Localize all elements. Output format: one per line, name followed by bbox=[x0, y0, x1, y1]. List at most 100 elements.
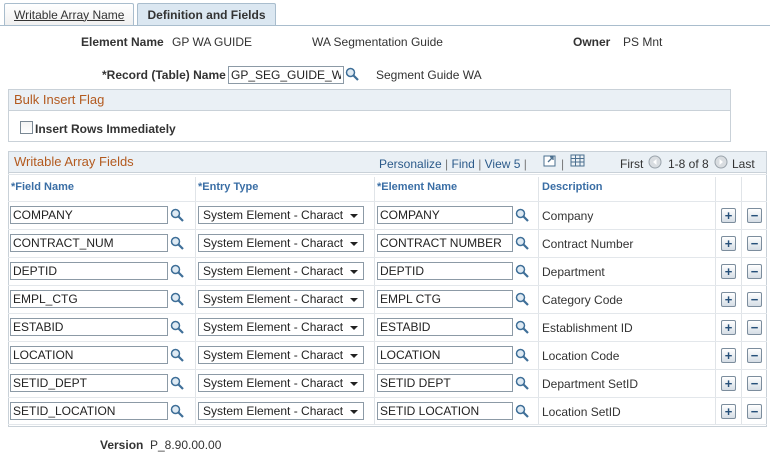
entry-type-select[interactable]: System Element - Charact bbox=[198, 318, 364, 336]
add-row-button[interactable]: + bbox=[721, 348, 736, 363]
lookup-icon[interactable] bbox=[170, 236, 184, 250]
entry-type-value: System Element - Charact bbox=[203, 236, 344, 250]
record-name-input[interactable] bbox=[228, 66, 344, 84]
personalize-link[interactable]: Personalize bbox=[379, 157, 442, 171]
tab-writable-array-name[interactable]: Writable Array Name bbox=[4, 3, 135, 25]
lookup-icon[interactable] bbox=[170, 376, 184, 390]
element-name-input[interactable] bbox=[377, 374, 513, 392]
row-separator bbox=[8, 257, 767, 258]
entry-type-select[interactable]: System Element - Charact bbox=[198, 290, 364, 308]
col-element-name[interactable]: *Element Name bbox=[377, 181, 457, 193]
record-description: Segment Guide WA bbox=[376, 68, 482, 82]
element-name-input[interactable] bbox=[377, 234, 513, 252]
entry-type-select[interactable]: System Element - Charact bbox=[198, 206, 364, 224]
previous-arrow-icon bbox=[648, 155, 662, 169]
lookup-icon[interactable] bbox=[170, 404, 184, 418]
element-name-input[interactable] bbox=[377, 262, 513, 280]
delete-row-icon: − bbox=[750, 376, 759, 391]
chevron-down-icon bbox=[350, 242, 358, 246]
column-divider bbox=[741, 177, 742, 425]
delete-row-button[interactable]: − bbox=[747, 292, 762, 307]
chevron-down-icon bbox=[350, 298, 358, 302]
element-name-input[interactable] bbox=[377, 206, 513, 224]
chevron-down-icon bbox=[350, 270, 358, 274]
next-arrow-icon bbox=[714, 155, 728, 169]
delete-row-button[interactable]: − bbox=[747, 348, 762, 363]
add-row-icon: + bbox=[724, 320, 733, 335]
version-value: P_8.90.00.00 bbox=[150, 438, 222, 452]
entry-type-select[interactable]: System Element - Charact bbox=[198, 234, 364, 252]
lookup-icon[interactable] bbox=[170, 208, 184, 222]
add-row-button[interactable]: + bbox=[721, 320, 736, 335]
lookup-icon[interactable] bbox=[515, 292, 529, 306]
row-description: Location SetID bbox=[542, 405, 621, 419]
entry-type-select[interactable]: System Element - Charact bbox=[198, 346, 364, 364]
chevron-down-icon bbox=[350, 354, 358, 358]
find-link[interactable]: Find bbox=[452, 157, 475, 171]
element-name-input[interactable] bbox=[377, 290, 513, 308]
lookup-icon[interactable] bbox=[170, 292, 184, 306]
add-row-icon: + bbox=[724, 208, 733, 223]
add-row-button[interactable]: + bbox=[721, 208, 736, 223]
field-name-input[interactable] bbox=[10, 402, 168, 420]
element-name-input[interactable] bbox=[377, 318, 513, 336]
entry-type-select[interactable]: System Element - Charact bbox=[198, 402, 364, 420]
delete-row-button[interactable]: − bbox=[747, 320, 762, 335]
add-row-button[interactable]: + bbox=[721, 404, 736, 419]
element-name-value: GP WA GUIDE bbox=[172, 35, 253, 49]
row-separator bbox=[8, 201, 767, 202]
row-separator bbox=[8, 285, 767, 286]
view-5-link[interactable]: View 5 bbox=[485, 157, 521, 171]
element-name-input[interactable] bbox=[377, 402, 513, 420]
delete-row-button[interactable]: − bbox=[747, 376, 762, 391]
add-row-button[interactable]: + bbox=[721, 264, 736, 279]
tab-definition-and-fields[interactable]: Definition and Fields bbox=[137, 3, 276, 25]
lookup-icon[interactable] bbox=[345, 67, 359, 81]
lookup-icon[interactable] bbox=[170, 348, 184, 362]
row-separator bbox=[8, 397, 767, 398]
field-name-input[interactable] bbox=[10, 234, 168, 252]
col-entry-type[interactable]: *Entry Type bbox=[198, 181, 258, 193]
delete-row-button[interactable]: − bbox=[747, 208, 762, 223]
field-name-input[interactable] bbox=[10, 374, 168, 392]
entry-type-value: System Element - Charact bbox=[203, 264, 344, 278]
delete-row-button[interactable]: − bbox=[747, 404, 762, 419]
download-grid-icon[interactable] bbox=[570, 154, 585, 167]
delete-row-icon: − bbox=[750, 292, 759, 307]
lookup-icon[interactable] bbox=[515, 264, 529, 278]
zoom-grid-icon[interactable] bbox=[543, 154, 557, 167]
entry-type-value: System Element - Charact bbox=[203, 376, 344, 390]
add-row-button[interactable]: + bbox=[721, 292, 736, 307]
add-row-button[interactable]: + bbox=[721, 376, 736, 391]
field-name-input[interactable] bbox=[10, 290, 168, 308]
entry-type-value: System Element - Charact bbox=[203, 208, 344, 222]
element-name-label: Element Name bbox=[81, 35, 164, 49]
lookup-icon[interactable] bbox=[515, 348, 529, 362]
lookup-icon[interactable] bbox=[515, 320, 529, 334]
col-description[interactable]: Description bbox=[542, 181, 603, 193]
entry-type-value: System Element - Charact bbox=[203, 292, 344, 306]
field-name-input[interactable] bbox=[10, 318, 168, 336]
delete-row-button[interactable]: − bbox=[747, 264, 762, 279]
add-row-button[interactable]: + bbox=[721, 236, 736, 251]
lookup-icon[interactable] bbox=[515, 376, 529, 390]
tab-divider bbox=[0, 25, 770, 26]
lookup-icon[interactable] bbox=[515, 208, 529, 222]
entry-type-value: System Element - Charact bbox=[203, 348, 344, 362]
lookup-icon[interactable] bbox=[170, 320, 184, 334]
field-name-input[interactable] bbox=[10, 346, 168, 364]
field-name-input[interactable] bbox=[10, 262, 168, 280]
entry-type-select[interactable]: System Element - Charact bbox=[198, 374, 364, 392]
element-name-input[interactable] bbox=[377, 346, 513, 364]
delete-row-icon: − bbox=[750, 348, 759, 363]
tab-label: Definition and Fields bbox=[147, 7, 266, 22]
lookup-icon[interactable] bbox=[515, 404, 529, 418]
insert-rows-checkbox[interactable] bbox=[20, 121, 33, 134]
delete-row-button[interactable]: − bbox=[747, 236, 762, 251]
insert-rows-label: Insert Rows Immediately bbox=[35, 122, 176, 136]
field-name-input[interactable] bbox=[10, 206, 168, 224]
lookup-icon[interactable] bbox=[515, 236, 529, 250]
lookup-icon[interactable] bbox=[170, 264, 184, 278]
col-field-name[interactable]: *Field Name bbox=[11, 181, 74, 193]
entry-type-select[interactable]: System Element - Charact bbox=[198, 262, 364, 280]
